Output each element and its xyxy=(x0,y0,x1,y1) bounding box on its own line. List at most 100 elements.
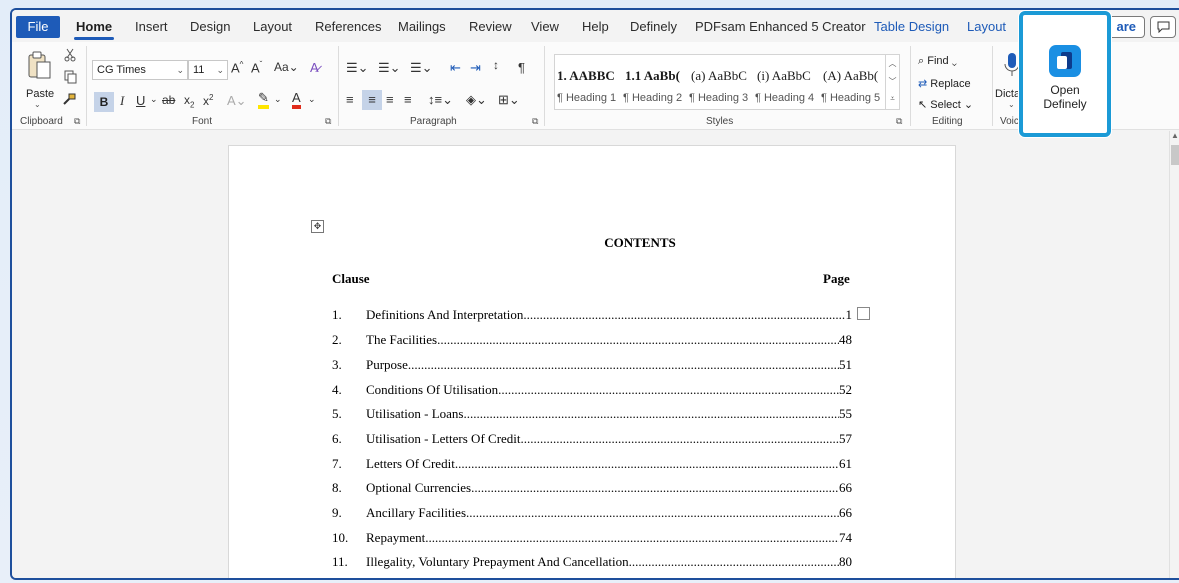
style-preview-3[interactable]: (a) AaBbC xyxy=(691,68,747,84)
open-definely-button[interactable]: Open Definely xyxy=(1019,11,1111,137)
more-styles-icon[interactable]: ⩡ xyxy=(886,91,899,107)
borders-icon[interactable]: ⊞⌄ xyxy=(498,92,520,108)
bold-button[interactable]: B xyxy=(94,92,114,112)
font-color-icon[interactable]: A xyxy=(292,91,301,109)
style-heading-4[interactable]: ¶ Heading 4 xyxy=(755,92,814,104)
format-painter-icon[interactable] xyxy=(62,92,76,106)
style-heading-3[interactable]: ¶ Heading 3 xyxy=(689,92,748,104)
toc-row[interactable]: 4. Conditions Of Utilisation 52 xyxy=(332,382,852,400)
toc-row[interactable]: 7. Letters Of Credit 61 xyxy=(332,456,852,474)
style-preview-5[interactable]: (A) AaBb( xyxy=(823,68,878,84)
copy-icon[interactable] xyxy=(64,70,77,84)
tab-file[interactable]: File xyxy=(16,16,60,38)
font-name-dropdown[interactable]: CG Times ⌄ xyxy=(92,60,188,80)
strikethrough-button[interactable]: ab xyxy=(162,93,175,107)
tab-table-design[interactable]: Table Design xyxy=(874,19,949,34)
sort-icon[interactable]: ↕ xyxy=(493,58,499,72)
toc-row[interactable]: 6. Utilisation - Letters Of Credit 57 xyxy=(332,431,852,449)
toc-row[interactable]: 9. Ancillary Facilities 66 xyxy=(332,505,852,523)
chevron-up-icon[interactable]: ︿ xyxy=(886,55,899,73)
shading-icon[interactable]: ◈⌄ xyxy=(466,92,487,108)
justify-icon[interactable]: ≡ xyxy=(404,92,412,107)
style-preview-4[interactable]: (i) AaBbC xyxy=(757,68,811,84)
clipboard-launcher-icon[interactable]: ⧉ xyxy=(74,116,80,127)
paste-dropdown-icon[interactable]: ⌄ xyxy=(34,100,41,109)
italic-button[interactable]: I xyxy=(120,93,124,109)
chevron-down-icon[interactable]: ⌄ xyxy=(308,94,316,105)
paste-icon[interactable] xyxy=(26,50,52,80)
cut-icon[interactable] xyxy=(64,48,76,62)
toc-row[interactable]: 1. Definitions And Interpretation 1 xyxy=(332,307,852,325)
find-button[interactable]: ⌕ Find ⌄ xyxy=(918,55,957,68)
styles-launcher-icon[interactable]: ⧉ xyxy=(896,116,902,127)
chevron-down-icon[interactable]: ⌄ xyxy=(274,94,282,105)
replace-button[interactable]: ⇄ Replace xyxy=(918,77,971,90)
align-left-icon[interactable]: ≡ xyxy=(346,92,354,107)
tab-mailings[interactable]: Mailings xyxy=(398,19,446,34)
toc-page: 66 xyxy=(839,480,852,495)
tab-view[interactable]: View xyxy=(531,19,559,34)
toc-row[interactable]: 5. Utilisation - Loans 55 xyxy=(332,406,852,424)
numbering-icon[interactable]: ☰⌄ xyxy=(378,60,401,76)
scrollbar-thumb[interactable] xyxy=(1171,145,1179,165)
shrink-font-icon[interactable]: Aˇ xyxy=(251,60,262,75)
align-center-icon[interactable]: ≡ xyxy=(362,90,382,110)
chevron-down-icon[interactable]: ⌄ xyxy=(1008,100,1015,109)
toc-row[interactable]: 8. Optional Currencies 66 xyxy=(332,480,852,498)
style-heading-1[interactable]: ¶ Heading 1 xyxy=(557,92,616,104)
toc-text: Utilisation - Letters Of Credit xyxy=(366,431,521,446)
toc-text: Conditions Of Utilisation xyxy=(366,382,499,397)
bullets-icon[interactable]: ☰⌄ xyxy=(346,60,369,76)
underline-button[interactable]: U xyxy=(136,93,145,108)
style-heading-2[interactable]: ¶ Heading 2 xyxy=(623,92,682,104)
paste-button[interactable]: Paste xyxy=(26,88,54,100)
toc-page: 61 xyxy=(839,456,852,471)
style-heading-5[interactable]: ¶ Heading 5 xyxy=(821,92,880,104)
font-launcher-icon[interactable]: ⧉ xyxy=(325,116,331,127)
style-preview-2[interactable]: 1.1 AaBb( xyxy=(625,68,680,84)
line-spacing-icon[interactable]: ↕≡⌄ xyxy=(428,92,453,108)
chevron-up-icon[interactable]: ▲ xyxy=(1170,131,1179,140)
vertical-scrollbar[interactable]: ▲ xyxy=(1169,131,1179,578)
tab-insert[interactable]: Insert xyxy=(135,19,168,34)
styles-scroll[interactable]: ︿ ﹀ ⩡ xyxy=(885,55,899,109)
chevron-down-icon[interactable]: ﹀ xyxy=(886,73,899,91)
dictate-button[interactable]: Dicta xyxy=(995,88,1020,100)
toc-text: The Facilities xyxy=(366,332,438,347)
superscript-button[interactable]: x2 xyxy=(203,93,213,108)
highlight-color-icon[interactable]: ✎ xyxy=(258,91,269,109)
subscript-button[interactable]: x2 xyxy=(184,93,194,109)
select-button[interactable]: ↖ Select ⌄ xyxy=(918,98,973,111)
comments-button[interactable] xyxy=(1150,16,1176,38)
tab-definely[interactable]: Definely xyxy=(630,19,677,34)
chevron-down-icon[interactable]: ⌄ xyxy=(150,94,158,105)
content-control-checkbox[interactable] xyxy=(857,307,870,320)
document-page[interactable]: ✥ CONTENTS Clause Page 1. Definitions And… xyxy=(228,145,956,578)
multilevel-list-icon[interactable]: ☰⌄ xyxy=(410,60,433,76)
tab-pdfsam[interactable]: PDFsam Enhanced 5 Creator xyxy=(695,19,866,34)
paragraph-launcher-icon[interactable]: ⧉ xyxy=(532,116,538,127)
microphone-icon[interactable] xyxy=(1004,52,1020,78)
show-formatting-icon[interactable]: ¶ xyxy=(518,60,525,75)
decrease-indent-icon[interactable]: ⇤ xyxy=(450,60,461,76)
tab-help[interactable]: Help xyxy=(582,19,609,34)
toc-row[interactable]: 10. Repayment 74 xyxy=(332,530,852,548)
table-move-handle-icon[interactable]: ✥ xyxy=(311,220,324,233)
toc-row[interactable]: 2. The Facilities 48 xyxy=(332,332,852,350)
change-case-icon[interactable]: Aa⌄ xyxy=(274,60,299,74)
text-effects-icon[interactable]: A⌄ xyxy=(227,93,247,109)
tab-home[interactable]: Home xyxy=(73,19,115,40)
toc-row[interactable]: 3. Purpose 51 xyxy=(332,357,852,375)
tab-review[interactable]: Review xyxy=(469,19,512,34)
tab-layout[interactable]: Layout xyxy=(253,19,292,34)
grow-font-icon[interactable]: A^ xyxy=(231,60,243,75)
toc-row[interactable]: 11. Illegality, Voluntary Prepayment And … xyxy=(332,554,852,572)
tab-table-layout[interactable]: Layout xyxy=(967,19,1006,34)
tab-references[interactable]: References xyxy=(315,19,381,34)
style-preview-1[interactable]: 1. AABBC xyxy=(557,68,615,84)
increase-indent-icon[interactable]: ⇥ xyxy=(470,60,481,76)
align-right-icon[interactable]: ≡ xyxy=(386,92,394,107)
font-size-dropdown[interactable]: 11 ⌄ xyxy=(188,60,228,80)
clear-formatting-icon[interactable]: A̷ xyxy=(310,60,319,75)
tab-design[interactable]: Design xyxy=(190,19,230,34)
